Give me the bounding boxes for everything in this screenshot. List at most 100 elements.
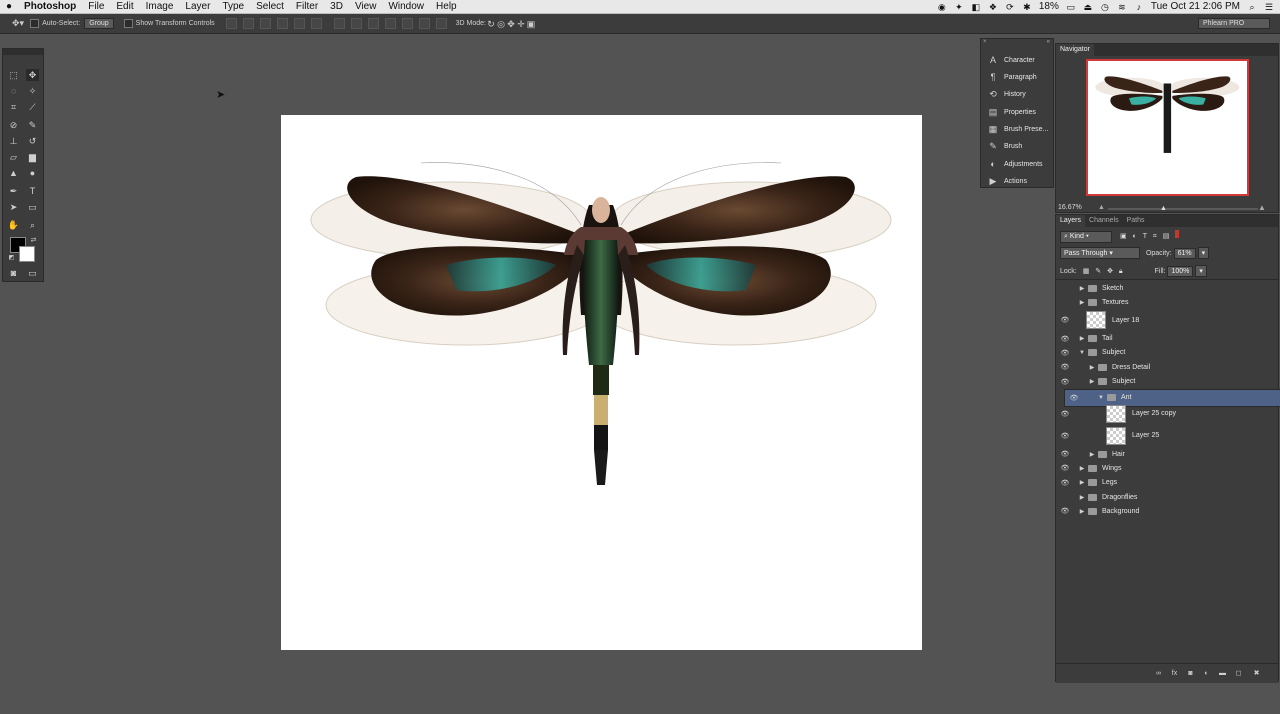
evernote-icon[interactable]: ✦ <box>954 2 964 12</box>
document-canvas[interactable] <box>281 115 922 650</box>
record-icon[interactable]: ◉ <box>937 2 947 12</box>
auto-select-checkbox[interactable] <box>30 19 40 28</box>
dock-item-properties[interactable]: ▤ Properties <box>987 105 1036 119</box>
distribute-left-button[interactable] <box>384 18 396 29</box>
zoom-out-icon[interactable]: ▲ <box>1098 204 1105 211</box>
marquee-tool-icon[interactable]: ⬚ <box>7 69 20 81</box>
layer-visibility-eye-icon[interactable]: 👁︎ <box>1060 464 1070 472</box>
menu-view[interactable]: View <box>349 0 383 13</box>
move-tool-preset-icon[interactable]: ✥▾ <box>12 18 24 29</box>
delete-layer-icon[interactable]: ✖ <box>1252 669 1261 678</box>
lock-transparency-icon[interactable]: ▦ <box>1083 268 1090 275</box>
blend-mode-dropdown[interactable]: Pass Through ▾ <box>1060 247 1140 259</box>
type-tool-icon[interactable]: T <box>26 185 39 197</box>
layer-row[interactable]: 👁︎ Layer 25 copy <box>1060 403 1272 424</box>
group-expand-icon[interactable]: ▶ <box>1078 299 1086 306</box>
layer-group-row[interactable]: 👁︎ ▶ Dragonflies <box>1060 490 1272 504</box>
pen-tool-icon[interactable]: ✒ <box>7 185 20 197</box>
lock-pixels-icon[interactable]: ✎ <box>1095 268 1101 275</box>
group-expand-icon[interactable]: ▶ <box>1078 335 1086 342</box>
dock-item-actions[interactable]: ▶ Actions <box>987 174 1027 188</box>
menu-layer[interactable]: Layer <box>179 0 216 13</box>
menu-file[interactable]: File <box>82 0 110 13</box>
dock-item-adjustments[interactable]: ◐ Adjustments <box>987 157 1042 171</box>
bluetooth-icon[interactable]: ✱ <box>1022 2 1032 12</box>
menu-edit[interactable]: Edit <box>110 0 139 13</box>
brush-tool-icon[interactable]: ✎ <box>26 119 39 131</box>
layer-visibility-eye-icon[interactable]: 👁︎ <box>1060 493 1070 501</box>
zoom-in-icon[interactable]: ▲ <box>1258 203 1266 212</box>
dodge-tool-icon[interactable]: ● <box>26 167 39 179</box>
layer-group-row[interactable]: 👁︎ ▶ Subject <box>1060 375 1272 389</box>
distribute-top-button[interactable] <box>333 18 345 29</box>
dock-item-character[interactable]: A Character <box>987 53 1035 67</box>
dock-item-brush-presets[interactable]: ▦ Brush Prese... <box>987 122 1049 136</box>
workspace-switcher[interactable]: Phlearn PRO <box>1198 18 1270 29</box>
layer-visibility-eye-icon[interactable]: 👁︎ <box>1060 378 1070 386</box>
group-collapse-icon[interactable]: ▼ <box>1078 350 1086 356</box>
layer-group-row[interactable]: 👁︎ ▼ Subject <box>1060 346 1272 360</box>
filter-smartobject-icon[interactable]: ▤ <box>1163 233 1170 240</box>
layer-group-row[interactable]: 👁︎ ▶ Tail <box>1060 332 1272 346</box>
eject-icon[interactable]: ⏏ <box>1083 2 1093 12</box>
menu-filter[interactable]: Filter <box>290 0 324 13</box>
show-transform-checkbox[interactable] <box>123 19 133 28</box>
dock-item-paragraph[interactable]: ¶ Paragraph <box>987 70 1037 84</box>
group-expand-icon[interactable]: ▶ <box>1078 479 1086 486</box>
tab-paths[interactable]: Paths <box>1123 215 1149 227</box>
apple-menu-icon[interactable]: ● <box>0 0 18 13</box>
sync-icon[interactable]: ⟳ <box>1005 2 1015 12</box>
zoom-tool-icon[interactable]: ⌕ <box>26 219 39 231</box>
clock[interactable]: Tue Oct 21 2:06 PM <box>1151 1 1240 12</box>
filter-shape-icon[interactable]: ⌗ <box>1153 233 1157 240</box>
layer-visibility-eye-icon[interactable]: 👁︎ <box>1060 432 1070 440</box>
battery-percent[interactable]: 18% <box>1039 1 1059 12</box>
layer-visibility-eye-icon[interactable]: 👁︎ <box>1060 410 1070 418</box>
layer-row[interactable]: 👁︎ Layer 25 <box>1060 425 1272 446</box>
menu-3d[interactable]: 3D <box>324 0 349 13</box>
group-expand-icon[interactable]: ▶ <box>1088 378 1096 385</box>
zoom-slider-thumb-icon[interactable]: ▲ <box>1160 205 1167 212</box>
link-layers-icon[interactable]: ∞ <box>1154 669 1163 678</box>
layer-visibility-eye-icon[interactable]: 👁︎ <box>1060 363 1070 371</box>
menu-type[interactable]: Type <box>216 0 250 13</box>
group-expand-icon[interactable]: ▶ <box>1088 451 1096 458</box>
layer-filter-kind-dropdown[interactable]: ⌕ Kind ▾ <box>1060 231 1112 243</box>
layer-group-row[interactable]: 👁︎ ▶ Legs <box>1060 476 1272 490</box>
align-bottom-button[interactable] <box>259 18 271 29</box>
filter-type-icon[interactable]: T <box>1143 233 1147 240</box>
app-menu[interactable]: Photoshop <box>18 0 82 13</box>
group-expand-icon[interactable]: ▶ <box>1078 285 1086 292</box>
history-brush-tool-icon[interactable]: ↺ <box>26 135 39 147</box>
crop-tool-icon[interactable]: ⌗ <box>7 101 20 113</box>
layer-visibility-eye-icon[interactable]: 👁︎ <box>1069 394 1079 402</box>
dropbox-icon[interactable]: ❖ <box>988 2 998 12</box>
fill-input[interactable]: 100% <box>1167 266 1194 277</box>
align-top-button[interactable] <box>225 18 237 29</box>
volume-icon[interactable]: ♪ <box>1134 2 1144 12</box>
airplay-icon[interactable]: ▭ <box>1066 2 1076 12</box>
wifi-icon[interactable]: ≋ <box>1117 2 1127 12</box>
align-vcenter-button[interactable] <box>242 18 254 29</box>
layer-group-row[interactable]: 👁︎ ▶ Dress Detail <box>1060 360 1272 374</box>
eyedropper-tool-icon[interactable]: ⟋ <box>26 101 39 113</box>
distribute-hcenter-button[interactable] <box>401 18 413 29</box>
screen-mode-icon[interactable]: ▭ <box>26 267 39 279</box>
gradient-tool-icon[interactable]: ▆ <box>26 151 39 163</box>
group-expand-icon[interactable]: ▶ <box>1078 494 1086 501</box>
distribute-right-button[interactable] <box>418 18 430 29</box>
layer-group-row[interactable]: 👁︎ ▶ Hair <box>1060 447 1272 461</box>
timemachine-icon[interactable]: ◷ <box>1100 2 1110 12</box>
healing-brush-tool-icon[interactable]: ⊘ <box>7 119 20 131</box>
layer-visibility-eye-icon[interactable]: 👁︎ <box>1060 316 1070 324</box>
distribute-bottom-button[interactable] <box>367 18 379 29</box>
align-left-button[interactable] <box>276 18 288 29</box>
path-selection-tool-icon[interactable]: ➤ <box>7 201 20 213</box>
layer-group-row[interactable]: 👁︎ ▶ Background <box>1060 504 1272 518</box>
lock-position-icon[interactable]: ✥ <box>1107 268 1113 275</box>
tab-layers[interactable]: Layers <box>1056 215 1086 227</box>
menu-window[interactable]: Window <box>382 0 430 13</box>
3d-roll-icon[interactable]: ◎ <box>496 19 506 29</box>
layer-visibility-eye-icon[interactable]: 👁︎ <box>1060 284 1070 292</box>
distribute-vcenter-button[interactable] <box>350 18 362 29</box>
